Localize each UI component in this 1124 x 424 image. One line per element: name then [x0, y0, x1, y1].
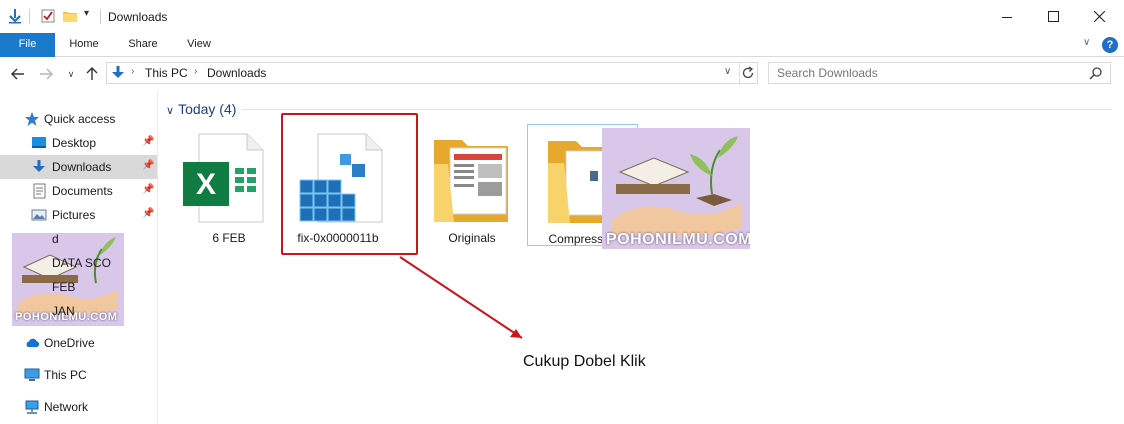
sidebar-item-label: FEB: [52, 280, 76, 294]
sidebar-item-label: DATA SCO: [52, 256, 111, 270]
watermark-text: POHONILMU.COM: [606, 231, 750, 248]
watermark-logo: POHONILMU.COM: [602, 128, 750, 249]
sidebar-item-label: d: [52, 232, 59, 246]
sidebar-item-label: JAN: [52, 304, 75, 318]
annotation-text: Cukup Dobel Klik: [523, 353, 646, 370]
